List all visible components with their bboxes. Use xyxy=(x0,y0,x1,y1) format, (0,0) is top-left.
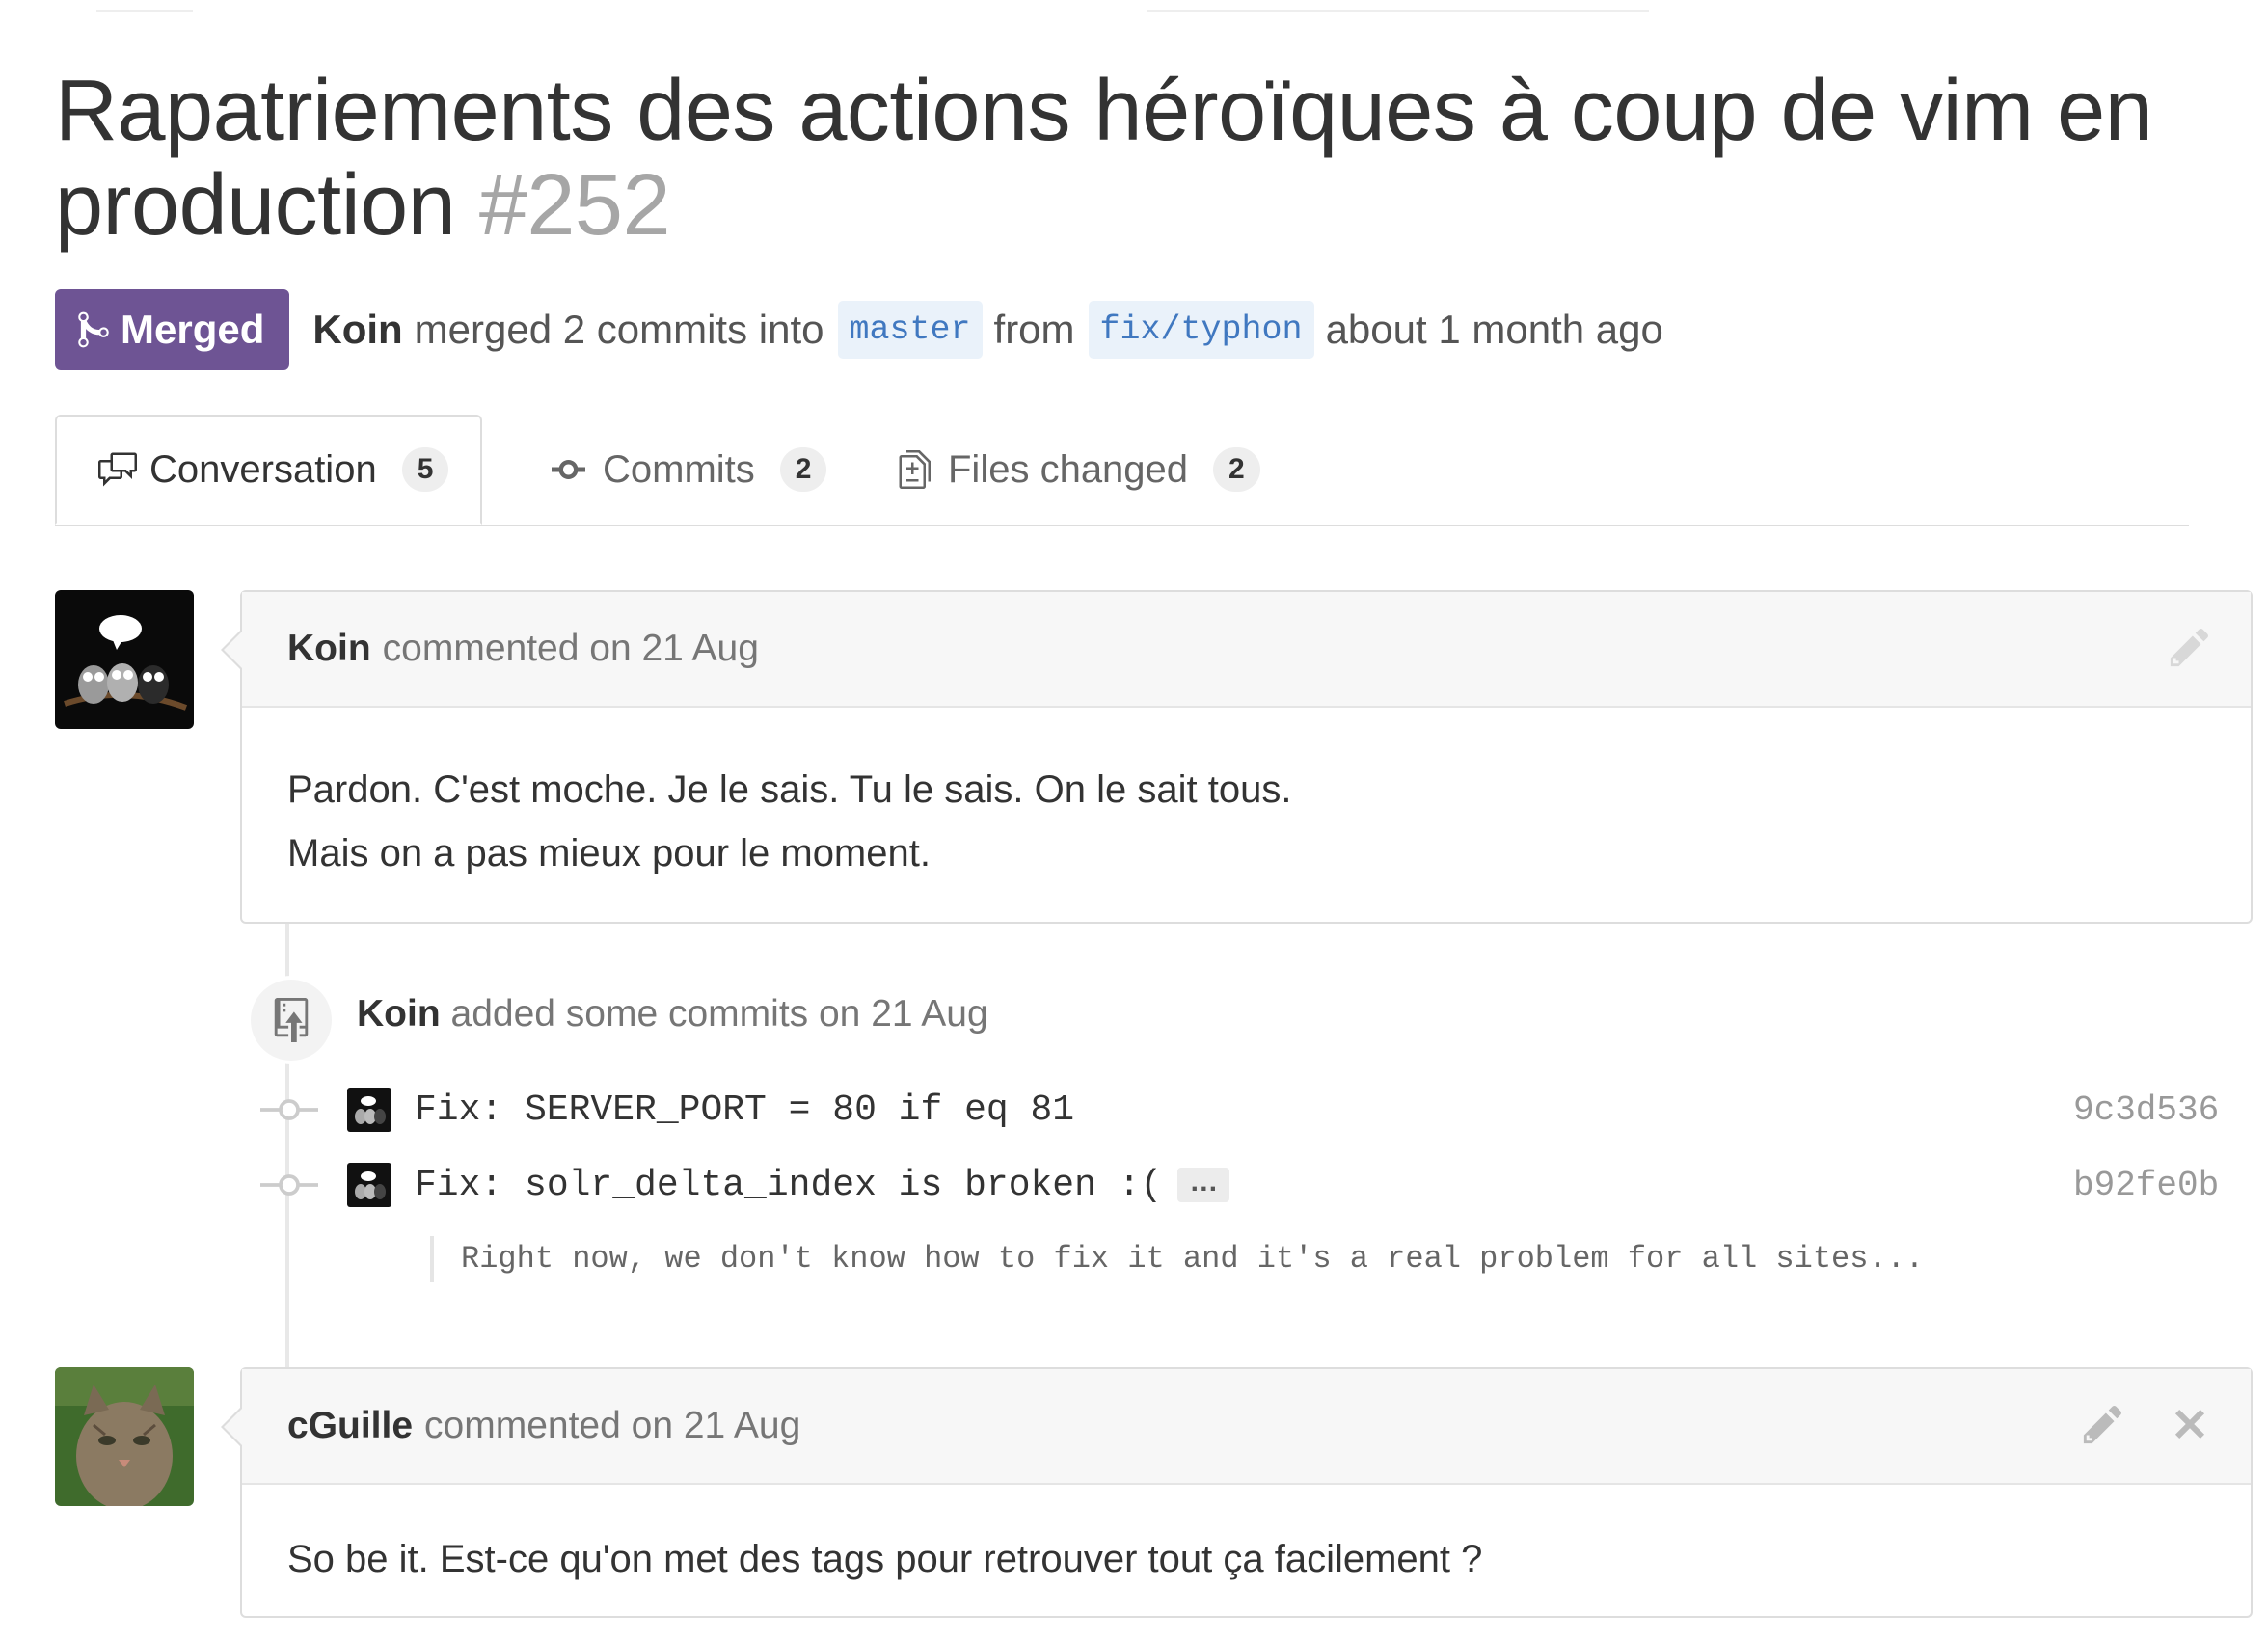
file-diff-icon xyxy=(899,450,931,489)
pr-tabs: Conversation 5 Commits 2 Files changed 2 xyxy=(55,415,2189,526)
commit-author-avatar[interactable] xyxy=(347,1088,392,1132)
git-merge-icon xyxy=(78,311,109,348)
merged-text: merged 2 commits into xyxy=(414,307,824,352)
avatar[interactable] xyxy=(55,1367,194,1506)
pencil-icon[interactable] xyxy=(2168,625,2212,669)
git-commit-icon xyxy=(552,460,585,479)
tab-conversation[interactable]: Conversation 5 xyxy=(55,415,482,525)
comment-header: cGuille commented on 21 Aug xyxy=(221,1369,2251,1485)
commit-author-avatar[interactable] xyxy=(347,1163,392,1207)
tab-counter: 2 xyxy=(1213,447,1260,492)
pr-number: #252 xyxy=(478,157,671,254)
pencil-icon[interactable] xyxy=(2081,1402,2125,1446)
close-icon[interactable] xyxy=(2168,1402,2212,1446)
expand-description-button[interactable]: … xyxy=(1177,1168,1230,1202)
base-branch[interactable]: master xyxy=(837,301,983,359)
comment-header: Koin commented on 21 Aug xyxy=(221,592,2251,708)
pr-meta: Merged Koin merged 2 commits into master… xyxy=(55,289,1663,370)
tab-counter: 5 xyxy=(401,447,449,492)
commit-event-text: Koin added some commits on 21 Aug xyxy=(357,993,988,1036)
tab-files-changed[interactable]: Files changed 2 xyxy=(894,415,1260,525)
from-text: from xyxy=(993,307,1075,352)
status-label: Merged xyxy=(121,307,265,352)
status-badge: Merged xyxy=(55,289,290,370)
tab-label: Conversation xyxy=(149,447,377,491)
comment-line: So be it. Est-ce qu'on met des tags pour… xyxy=(287,1538,1483,1580)
pr-title: Rapatriements des actions héroïques à co… xyxy=(55,63,2153,254)
cat-avatar-image xyxy=(55,1367,194,1506)
commit-message-link[interactable]: Fix: solr_delta_index is broken :( xyxy=(415,1165,1162,1206)
repo-push-icon xyxy=(274,998,309,1042)
top-divider xyxy=(96,10,193,12)
comment-body: Pardon. C'est moche. Je le sais. Tu le s… xyxy=(242,708,2251,935)
git-commit-icon xyxy=(260,1099,318,1120)
commit-row: Fix: solr_delta_index is broken :( … b92… xyxy=(260,1156,2228,1214)
git-commit-icon xyxy=(260,1174,318,1196)
page-title: Rapatriements des actions héroïques à co… xyxy=(55,64,2225,253)
pr-author-link[interactable]: Koin xyxy=(312,307,402,353)
timestamp: about 1 month ago xyxy=(1325,307,1663,352)
comment-author[interactable]: cGuille xyxy=(287,1405,413,1447)
commit-message-link[interactable]: Fix: SERVER_PORT = 80 if eq 81 xyxy=(415,1090,1074,1131)
commit-sha-link[interactable]: 9c3d536 xyxy=(2073,1090,2228,1130)
comment-author[interactable]: Koin xyxy=(287,628,371,670)
tab-commits[interactable]: Commits 2 xyxy=(549,415,827,525)
comment-timestamp[interactable]: commented on 21 Aug xyxy=(424,1405,800,1447)
commit-description: Right now, we don't know how to fix it a… xyxy=(430,1236,1924,1282)
commit-row: Fix: SERVER_PORT = 80 if eq 81 9c3d536 xyxy=(260,1081,2228,1139)
comment-discussion-icon xyxy=(98,452,137,487)
event-author[interactable]: Koin xyxy=(357,993,441,1035)
comment-timestamp[interactable]: commented on 21 Aug xyxy=(383,628,759,670)
comment-body: So be it. Est-ce qu'on met des tags pour… xyxy=(242,1485,2251,1641)
event-badge xyxy=(247,976,336,1064)
owls-avatar-image xyxy=(55,590,194,729)
comment-card: Koin commented on 21 Aug Pardon. C'est m… xyxy=(221,590,2253,924)
avatar[interactable] xyxy=(55,590,194,729)
comment-line: Mais on a pas mieux pour le moment. xyxy=(287,832,931,874)
top-divider xyxy=(1148,10,1649,12)
comment-card: cGuille commented on 21 Aug So be it. Es… xyxy=(221,1367,2253,1618)
comment-line: Pardon. C'est moche. Je le sais. Tu le s… xyxy=(287,768,1292,811)
event-action: added some commits on 21 Aug xyxy=(450,993,988,1035)
tab-counter: 2 xyxy=(779,447,827,492)
tab-label: Files changed xyxy=(948,447,1189,491)
head-branch[interactable]: fix/typhon xyxy=(1088,301,1314,359)
commit-sha-link[interactable]: b92fe0b xyxy=(2073,1166,2228,1205)
tab-label: Commits xyxy=(603,447,755,491)
